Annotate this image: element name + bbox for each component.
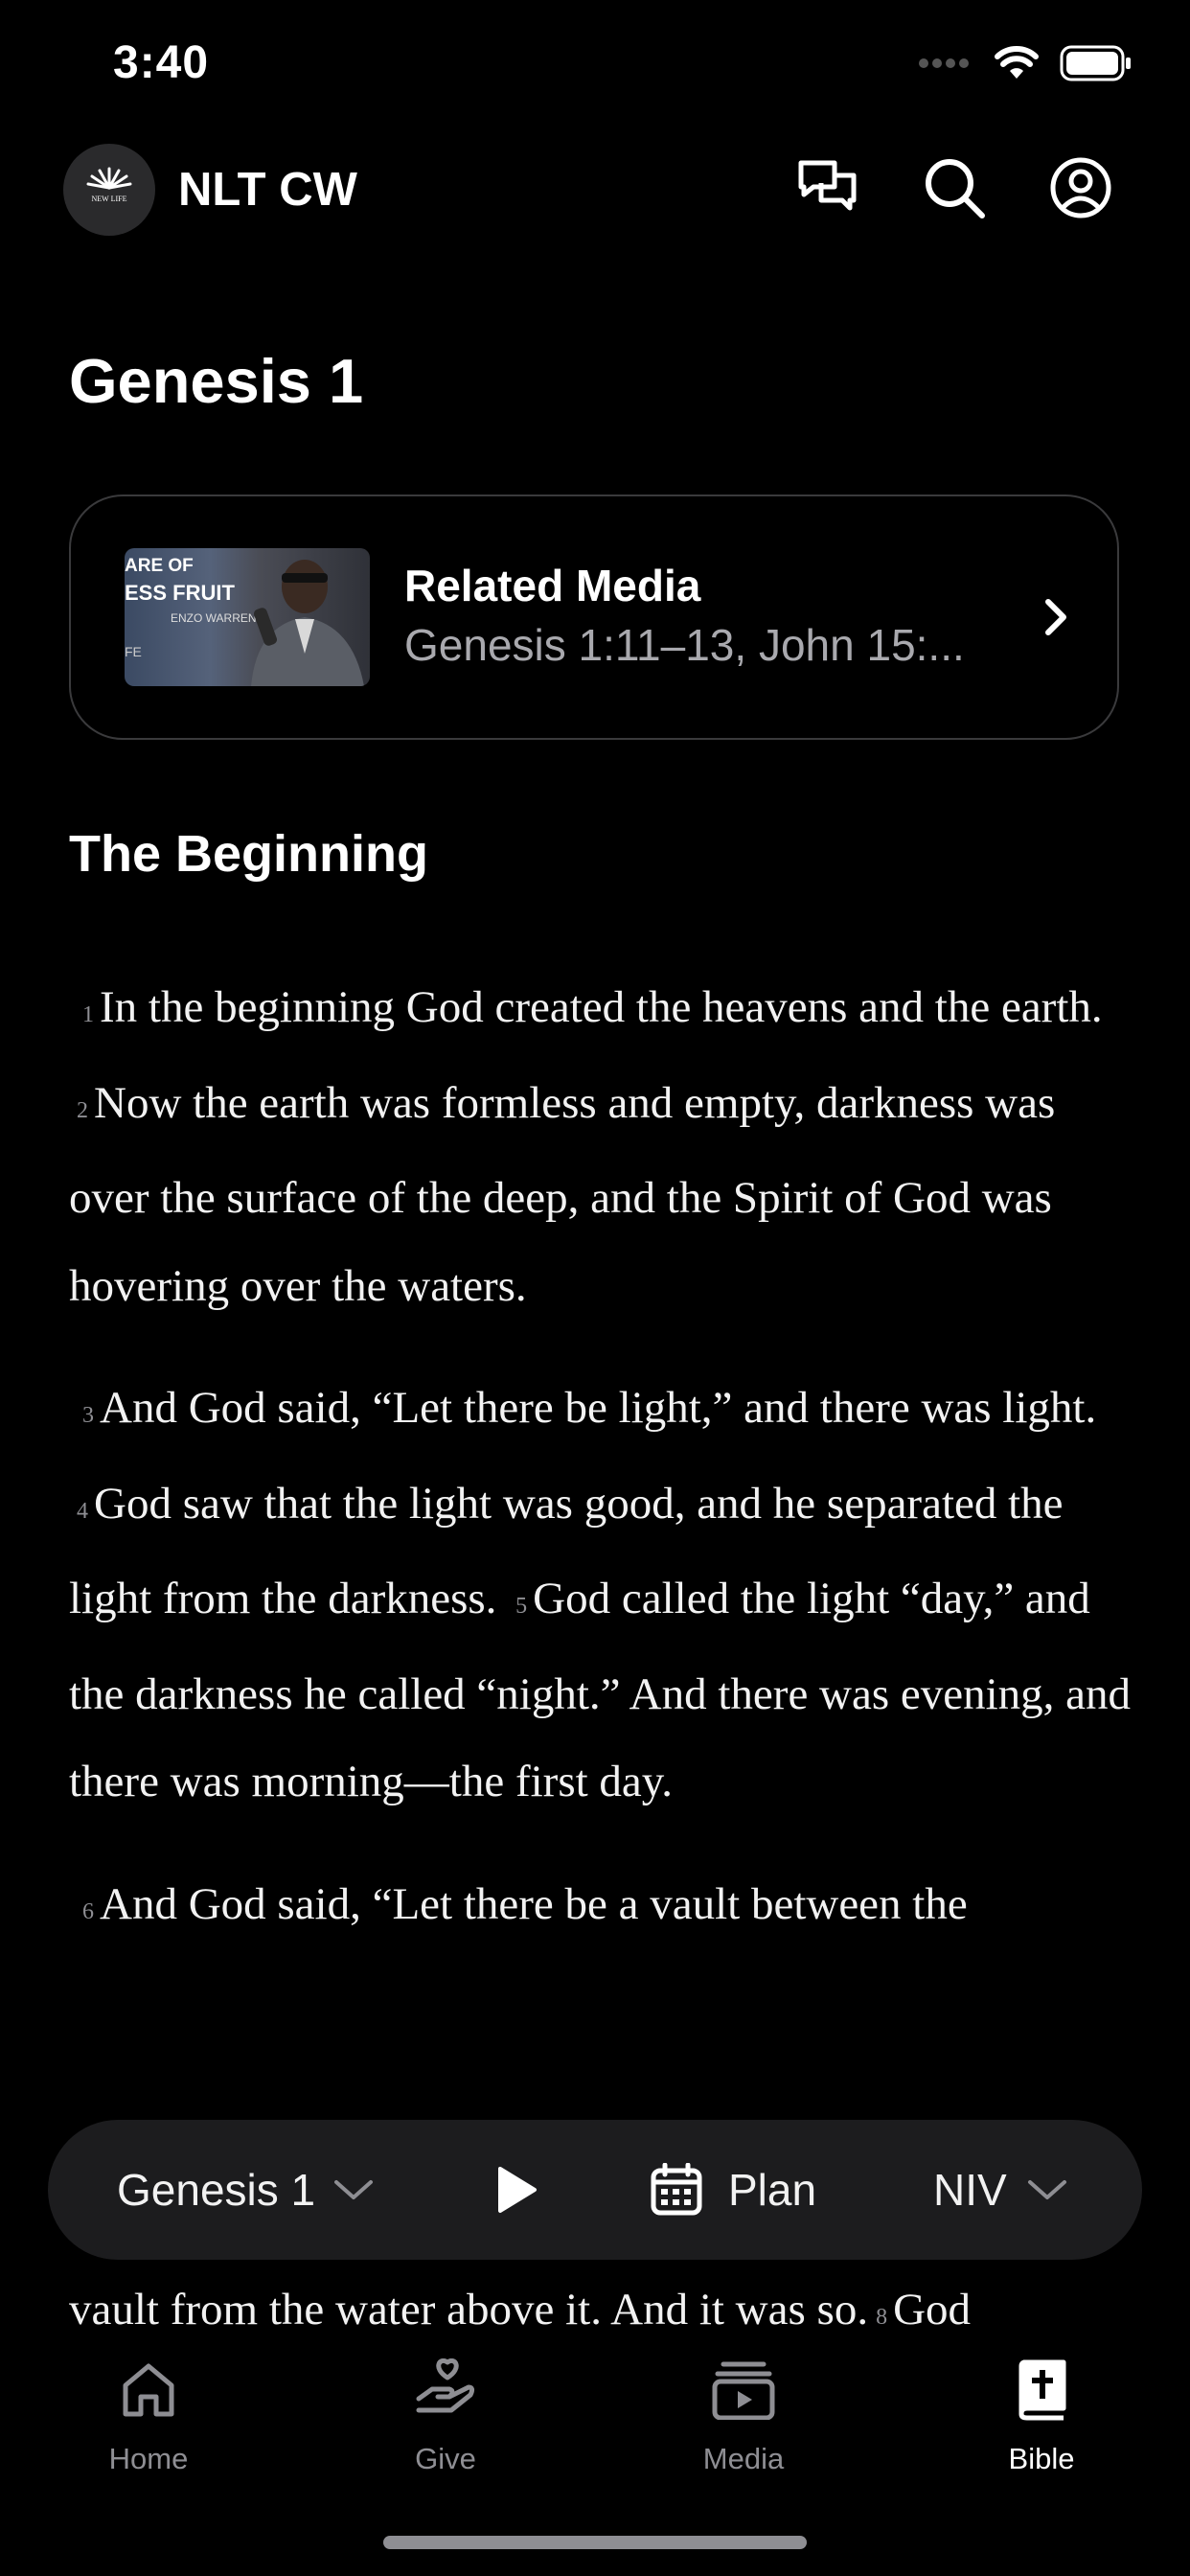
page-title: Genesis 1 bbox=[69, 346, 364, 416]
chevron-down-icon bbox=[334, 2180, 374, 2199]
chapter-label: Genesis 1 bbox=[117, 2165, 316, 2215]
paragraph: 1 In the beginning God created the heaven… bbox=[69, 964, 1133, 1330]
verse-number: 2 bbox=[77, 1097, 88, 1123]
home-icon bbox=[123, 2363, 174, 2417]
verse-text[interactable]: And God said, “Let there be light,” and … bbox=[100, 1383, 1096, 1433]
chat-button[interactable] bbox=[791, 151, 864, 224]
verse-number: 3 bbox=[82, 1403, 94, 1428]
calendar-icon bbox=[651, 2163, 702, 2216]
search-button[interactable] bbox=[918, 151, 991, 224]
app-title: NLT CW bbox=[178, 164, 357, 216]
media-thumbnail: ARE OF ESS FRUIT ENZO WARREN FE bbox=[125, 548, 370, 686]
chevron-right-icon bbox=[1045, 599, 1066, 635]
tab-label: Give bbox=[415, 2442, 476, 2475]
chevron-down-icon bbox=[1027, 2180, 1066, 2199]
status-time: 3:40 bbox=[113, 37, 210, 88]
tab-label: Bible bbox=[1008, 2442, 1075, 2475]
section-heading: The Beginning bbox=[69, 825, 428, 883]
scripture-text: 1 In the beginning God created the heaven… bbox=[69, 964, 1133, 1990]
plan-label: Plan bbox=[728, 2165, 817, 2215]
version-selector[interactable]: NIV bbox=[933, 2120, 1068, 2260]
battery-icon bbox=[1060, 45, 1131, 81]
related-media-card[interactable]: ARE OF ESS FRUIT ENZO WARREN FE Related … bbox=[69, 494, 1119, 740]
chat-icon bbox=[798, 160, 857, 211]
speaker-image bbox=[251, 560, 364, 686]
verse-text[interactable]: Now the earth was formless and empty, da… bbox=[69, 1078, 1055, 1311]
tab-home[interactable]: Home bbox=[53, 2352, 244, 2476]
tab-label: Home bbox=[108, 2442, 189, 2475]
tab-give[interactable]: Give bbox=[350, 2352, 541, 2476]
verse-number: 1 bbox=[82, 1002, 94, 1027]
verse-number: 4 bbox=[77, 1498, 88, 1524]
verse-text[interactable]: God bbox=[893, 2285, 971, 2334]
wifi-icon bbox=[995, 46, 1039, 79]
version-label: NIV bbox=[933, 2165, 1007, 2215]
signal-icon bbox=[919, 58, 969, 68]
search-icon bbox=[926, 159, 985, 218]
paragraph: 6 And God said, “Let there be a vault bet… bbox=[69, 1861, 1133, 1957]
bible-icon bbox=[1018, 2359, 1066, 2421]
svg-text:NEW LIFE: NEW LIFE bbox=[92, 195, 127, 203]
verse-number: 8 bbox=[876, 2305, 888, 2330]
verse-text[interactable]: vault from the water above it. And it wa… bbox=[69, 2285, 868, 2334]
profile-icon bbox=[1050, 157, 1111, 218]
tab-bible[interactable]: Bible bbox=[946, 2352, 1137, 2476]
verse-number: 6 bbox=[82, 1898, 94, 1924]
paragraph: 3 And God said, “Let there be light,” and… bbox=[69, 1365, 1133, 1827]
logo-icon: NEW LIFE bbox=[86, 167, 132, 203]
plan-button[interactable]: Plan bbox=[650, 2120, 816, 2260]
media-icon bbox=[712, 2361, 775, 2420]
reader-control-bar: Genesis 1 Plan NIV bbox=[48, 2120, 1142, 2260]
home-indicator bbox=[383, 2536, 807, 2549]
play-button[interactable] bbox=[494, 2120, 538, 2260]
verse-text[interactable]: In the beginning God created the heavens… bbox=[100, 982, 1103, 1032]
tab-media[interactable]: Media bbox=[648, 2352, 839, 2476]
related-media-title: Related Media bbox=[404, 561, 701, 610]
chapter-selector[interactable]: Genesis 1 bbox=[117, 2120, 375, 2260]
profile-button[interactable] bbox=[1044, 151, 1117, 224]
verse-number: 5 bbox=[515, 1594, 528, 1619]
give-icon bbox=[416, 2358, 475, 2413]
play-icon bbox=[498, 2167, 537, 2213]
verse-text[interactable]: And God said, “Let there be a vault betw… bbox=[100, 1879, 968, 1929]
status-icons bbox=[918, 42, 1133, 84]
related-media-subtitle: Genesis 1:11–13, John 15:... bbox=[404, 620, 965, 670]
tab-label: Media bbox=[702, 2442, 785, 2475]
church-logo[interactable]: NEW LIFE bbox=[63, 144, 155, 236]
